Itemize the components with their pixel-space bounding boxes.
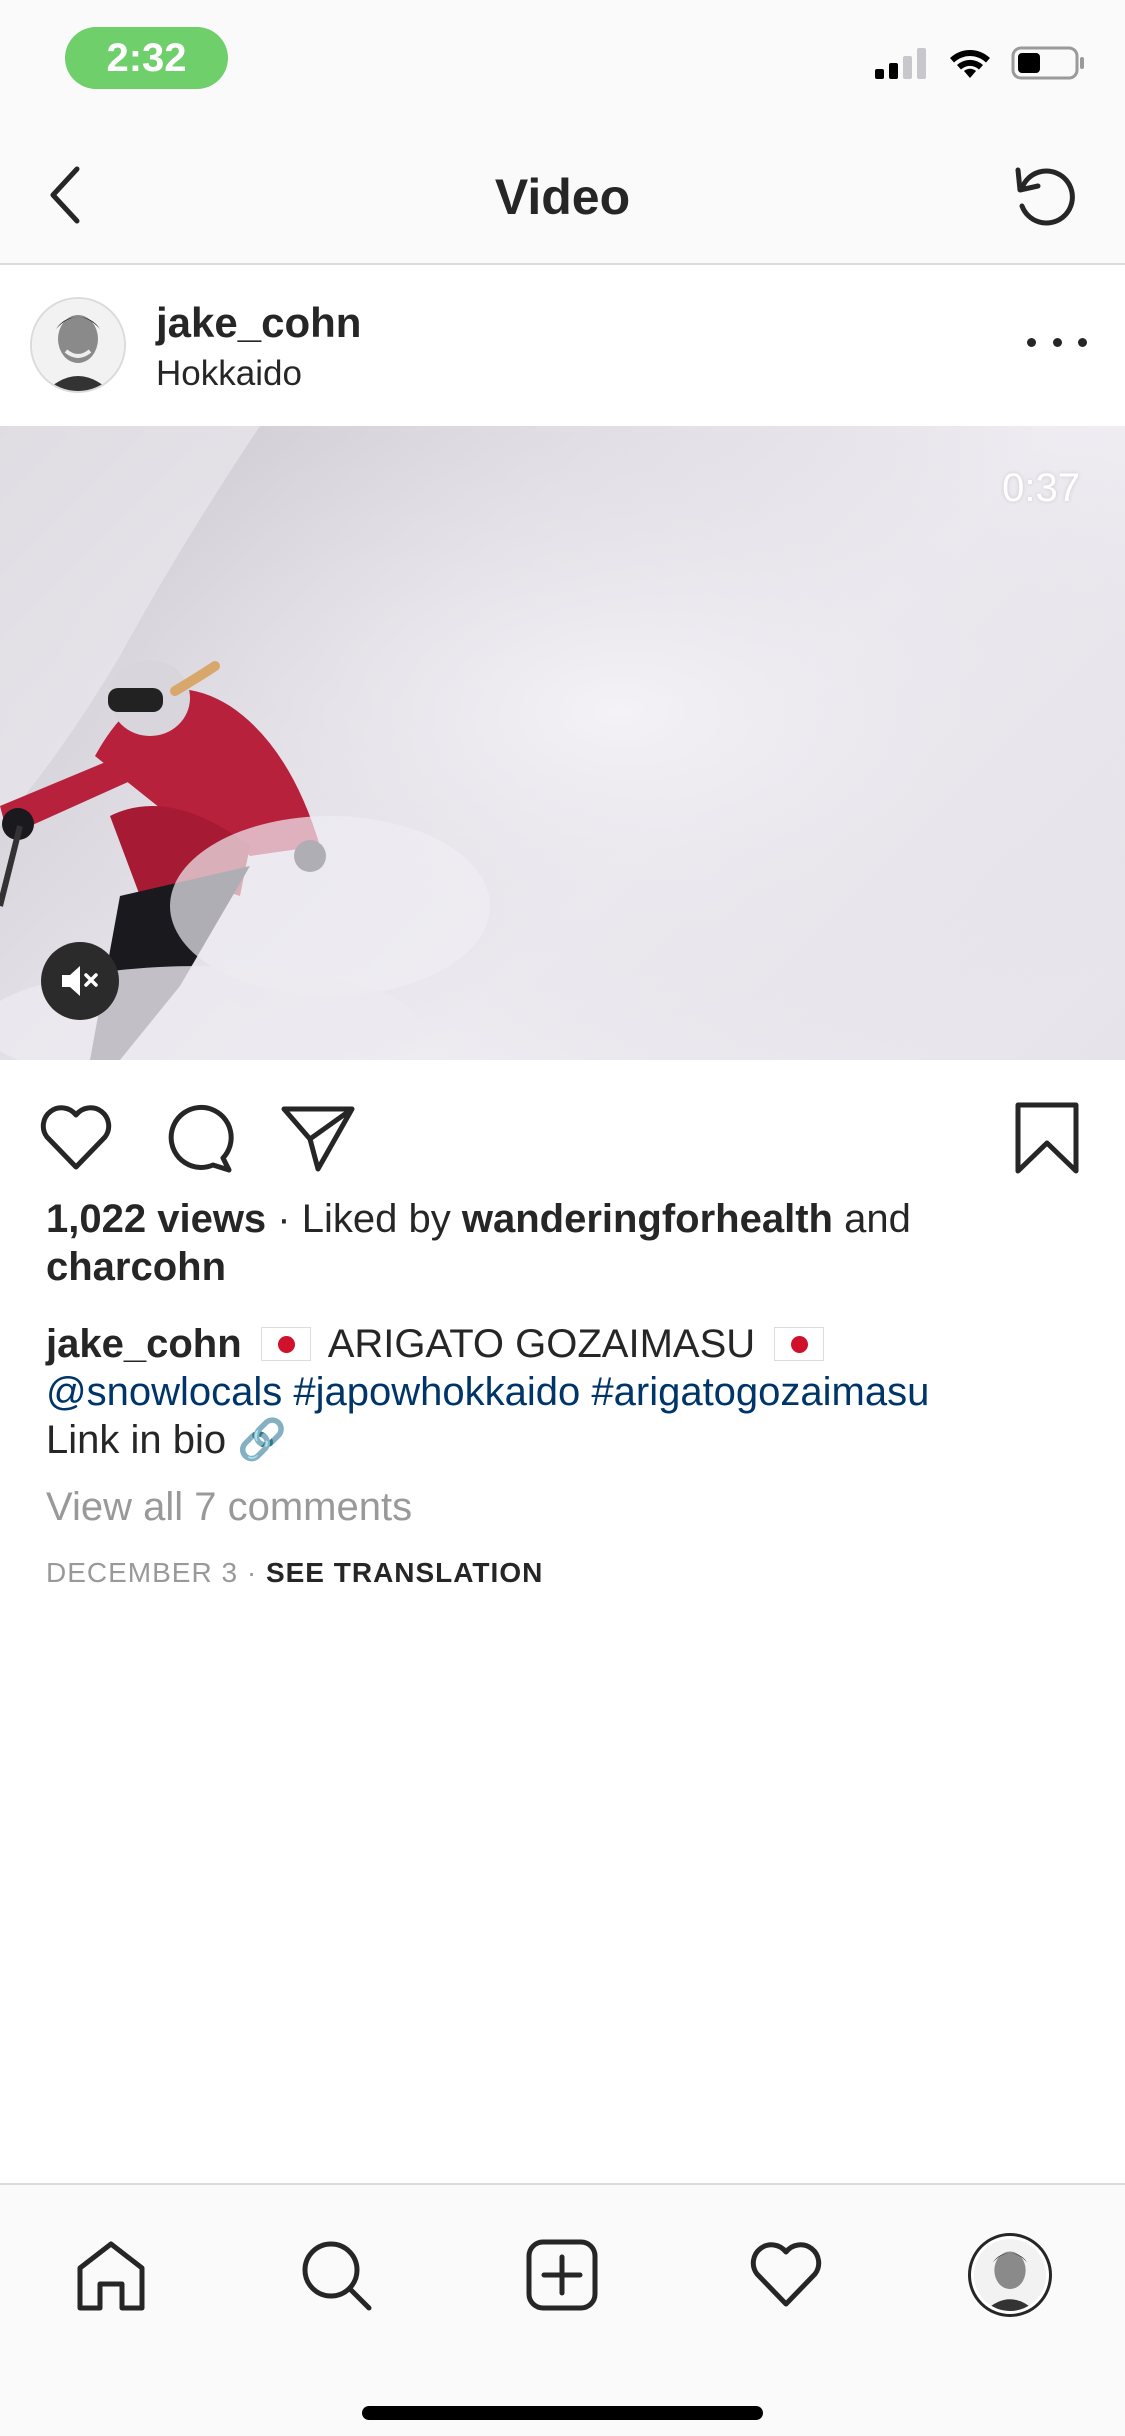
heart-icon	[750, 2242, 822, 2307]
avatar-image	[32, 299, 124, 391]
video-player[interactable]: 0:37	[0, 426, 1125, 1060]
status-bar: 2:32	[0, 0, 1125, 130]
home-indicator	[362, 2406, 763, 2420]
avatar	[968, 2233, 1052, 2317]
share-button[interactable]	[278, 1098, 358, 1178]
signal-icon	[875, 48, 926, 79]
post-actions	[0, 1062, 1125, 1202]
status-time: 2:32	[65, 27, 228, 89]
nav-header: Video	[0, 130, 1125, 265]
screen: 2:32 Video jake_cohn Hokkaido 0:37 1,022…	[0, 0, 1125, 2436]
like-button[interactable]	[36, 1098, 116, 1178]
liked-by-user[interactable]: wanderingforhealth	[462, 1197, 833, 1241]
likes-summary: 1,022 views · Liked by wanderingforhealt…	[46, 1195, 1086, 1291]
view-count[interactable]: 1,022 views	[46, 1197, 266, 1241]
home-icon	[77, 2241, 145, 2311]
japan-flag-icon	[260, 1327, 311, 1361]
wifi-icon	[950, 50, 990, 78]
caption-line: Link in bio	[46, 1418, 227, 1462]
caption-username[interactable]: jake_cohn	[46, 1322, 242, 1366]
view-comments-link[interactable]: View all 7 comments	[46, 1485, 412, 1530]
tab-bar	[0, 2183, 1125, 2436]
comment-bubble-icon	[168, 1105, 234, 1173]
mention-link[interactable]: @snowlocals	[46, 1370, 282, 1414]
tab-activity[interactable]	[741, 2230, 831, 2320]
post-header: jake_cohn Hokkaido	[0, 267, 1125, 425]
liked-by-and: and	[832, 1197, 911, 1241]
refresh-icon	[1015, 167, 1075, 226]
post-caption: jake_cohn ARIGATO GOZAIMASU @snowlocals …	[46, 1320, 1096, 1464]
more-horizontal-icon	[1027, 337, 1036, 347]
hashtag-link[interactable]: #japowhokkaido	[293, 1370, 580, 1414]
liked-by-label: · Liked by	[266, 1197, 462, 1241]
save-button[interactable]	[1007, 1098, 1087, 1178]
tab-profile[interactable]	[965, 2230, 1055, 2320]
see-translation-link[interactable]: SEE TRANSLATION	[266, 1557, 543, 1588]
post-username[interactable]: jake_cohn	[156, 299, 361, 347]
liked-by-user[interactable]: charcohn	[46, 1245, 226, 1289]
tab-home[interactable]	[66, 2230, 156, 2320]
heart-icon	[40, 1105, 112, 1170]
video-duration: 0:37	[1002, 466, 1080, 510]
paper-plane-icon	[281, 1106, 355, 1172]
post-date: DECEMBER 3	[46, 1557, 239, 1588]
more-options-button[interactable]	[1027, 322, 1087, 362]
battery-icon	[1011, 46, 1084, 80]
avatar[interactable]	[30, 297, 126, 393]
caption-text: ARIGATO GOZAIMASU	[318, 1322, 767, 1366]
bookmark-icon	[1015, 1102, 1079, 1174]
tab-search[interactable]	[291, 2230, 381, 2320]
speaker-muted-icon	[62, 966, 98, 996]
avatar-image	[974, 2239, 1046, 2311]
status-icons	[875, 45, 1085, 81]
date-separator: ·	[238, 1557, 266, 1588]
video-frame	[0, 426, 1125, 1060]
japan-flag-icon	[774, 1327, 825, 1361]
page-title: Video	[494, 169, 631, 225]
search-icon	[302, 2241, 372, 2311]
tab-add[interactable]	[517, 2230, 607, 2320]
mute-button[interactable]	[41, 942, 119, 1020]
plus-square-icon	[526, 2239, 598, 2311]
reload-button[interactable]	[1005, 155, 1085, 235]
post-location[interactable]: Hokkaido	[156, 354, 302, 394]
hashtag-link[interactable]: #arigatogozaimasu	[591, 1370, 929, 1414]
post-date-row: DECEMBER 3 · SEE TRANSLATION	[46, 1557, 543, 1589]
link-emoji-icon: 🔗	[237, 1418, 288, 1462]
comment-button[interactable]	[159, 1098, 239, 1178]
